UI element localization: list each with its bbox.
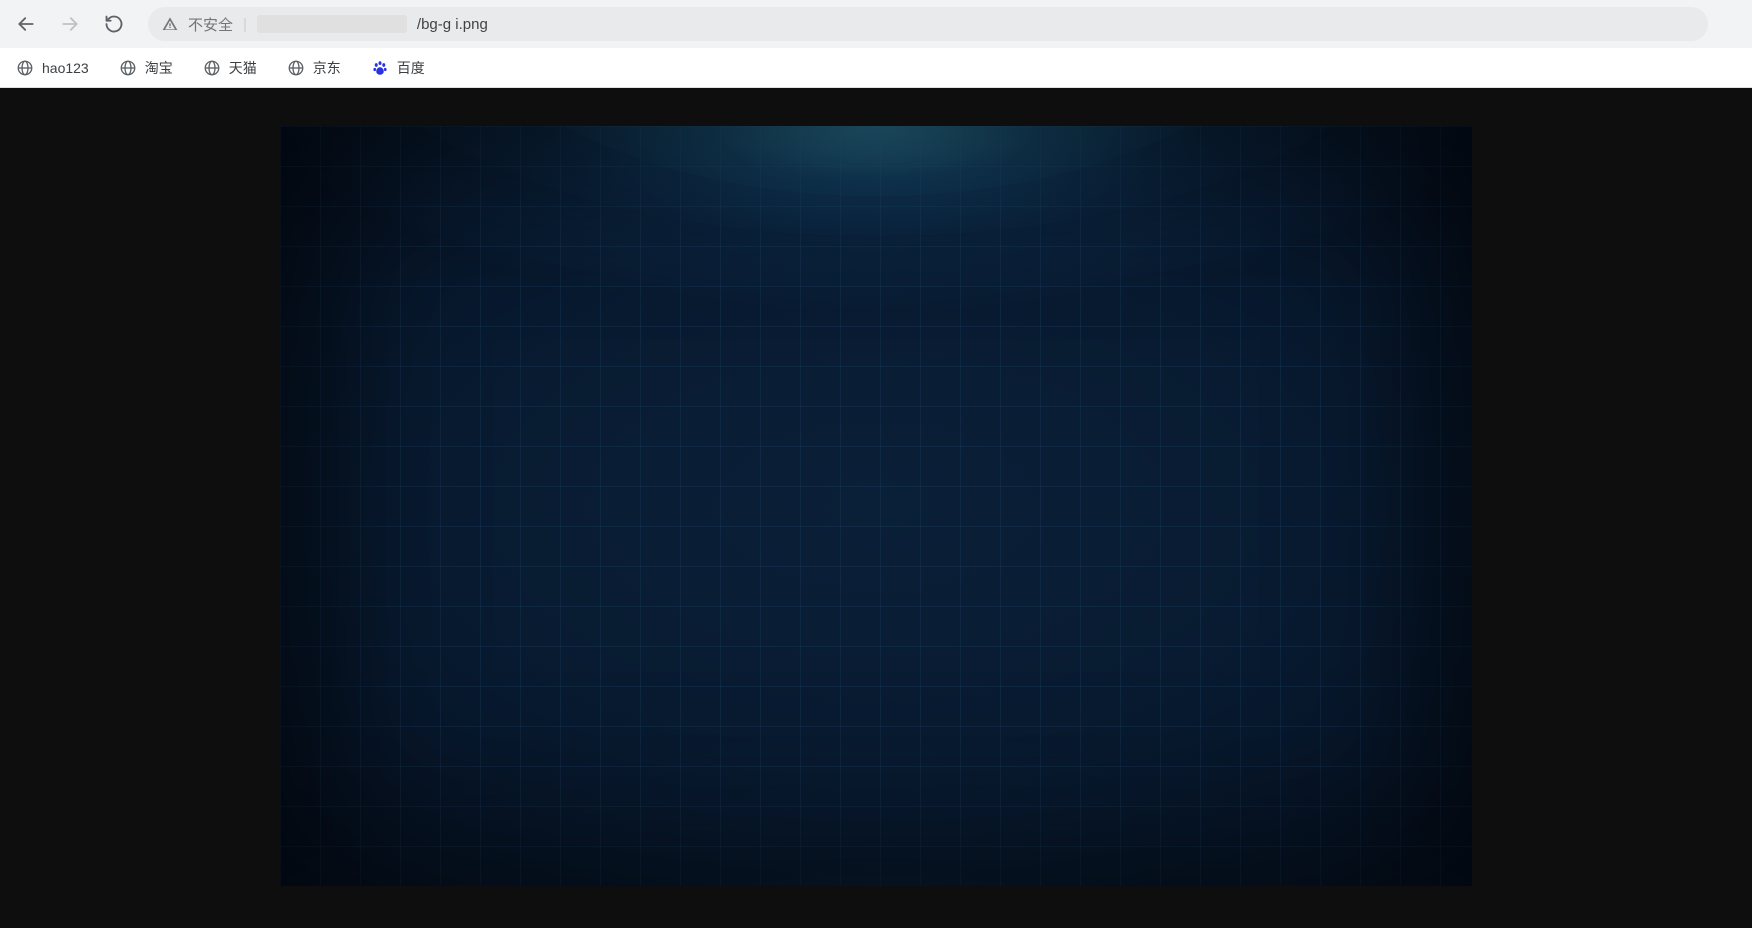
- bookmark-hao123[interactable]: hao123: [12, 55, 93, 81]
- globe-icon: [119, 59, 137, 77]
- bookmark-label: hao123: [42, 60, 89, 76]
- bookmark-taobao[interactable]: 淘宝: [115, 54, 177, 82]
- displayed-image[interactable]: [280, 126, 1472, 886]
- address-path: /bg-g i.png: [417, 16, 488, 33]
- reload-button[interactable]: [96, 6, 132, 42]
- glow-layer: [426, 126, 1326, 196]
- address-host-redacted: [257, 15, 407, 33]
- back-button[interactable]: [8, 6, 44, 42]
- bookmark-tmall[interactable]: 天猫: [199, 54, 261, 82]
- baidu-paw-icon: [371, 59, 389, 77]
- vignette: [280, 126, 1472, 886]
- bookmark-label: 天猫: [229, 58, 257, 78]
- bookmark-label: 淘宝: [145, 58, 173, 78]
- forward-button[interactable]: [52, 6, 88, 42]
- content-viewport: [0, 88, 1752, 928]
- bookmark-jd[interactable]: 京东: [283, 54, 345, 82]
- browser-toolbar: 不安全 | /bg-g i.png: [0, 0, 1752, 48]
- reload-icon: [104, 14, 124, 34]
- bookmark-label: 京东: [313, 58, 341, 78]
- arrow-right-icon: [60, 14, 80, 34]
- bookmark-baidu[interactable]: 百度: [367, 54, 429, 82]
- address-separator: |: [243, 16, 247, 33]
- globe-icon: [287, 59, 305, 77]
- glow-layer: [280, 126, 1472, 296]
- insecure-label: 不安全: [188, 14, 233, 35]
- globe-icon: [16, 59, 34, 77]
- bookmarks-bar: hao123 淘宝 天猫 京东 百度: [0, 48, 1752, 88]
- grid-overlay: [280, 126, 1472, 886]
- arrow-left-icon: [16, 14, 36, 34]
- glow-layer: [326, 126, 1426, 236]
- address-bar[interactable]: 不安全 | /bg-g i.png: [148, 7, 1708, 41]
- bookmark-label: 百度: [397, 58, 425, 78]
- warning-icon: [162, 16, 178, 32]
- globe-icon: [203, 59, 221, 77]
